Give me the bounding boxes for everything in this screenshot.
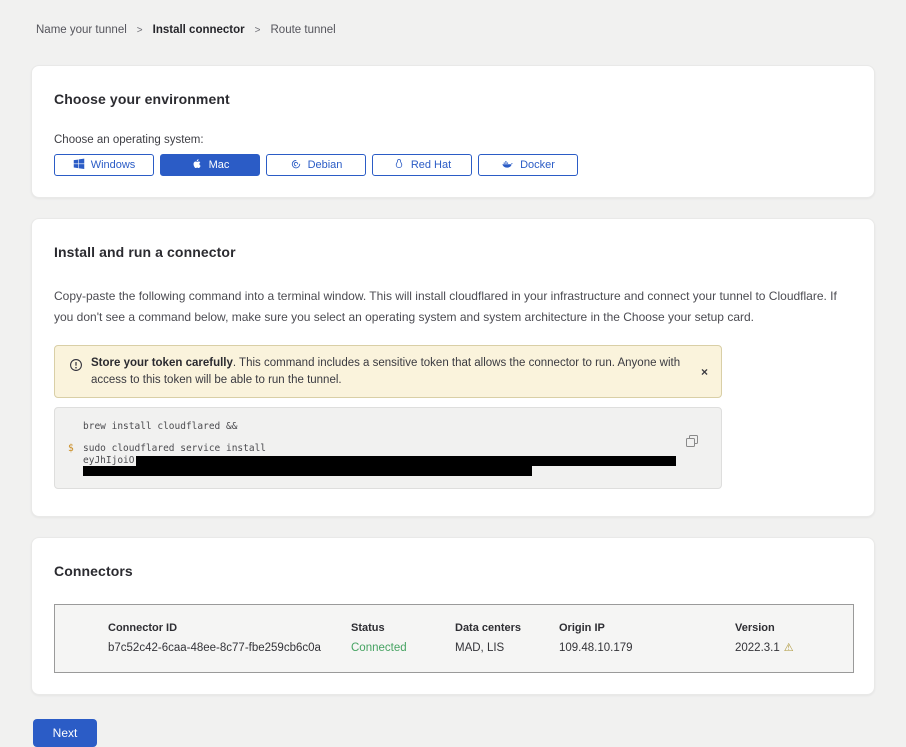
shell-prompt: $ — [68, 443, 83, 454]
code-line-1: brew install cloudflared && — [68, 421, 681, 432]
install-command-code-block: brew install cloudflared && $ sudo cloud… — [54, 407, 722, 489]
token-warning-text: Store your token carefully. This command… — [91, 355, 681, 388]
warning-triangle-icon: ⚠ — [784, 643, 794, 654]
docker-icon — [501, 158, 514, 173]
install-connector-title: Install and run a connector — [54, 244, 852, 260]
os-button-label: Debian — [308, 159, 343, 171]
header-version: Version — [735, 622, 853, 634]
connectors-title: Connectors — [54, 563, 852, 579]
header-connector-id: Connector ID — [108, 622, 351, 634]
token-prefix: eyJhIjoiO — [83, 455, 134, 466]
redacted-token-bar — [136, 456, 676, 466]
version-number: 2022.3.1 — [735, 642, 780, 654]
os-select-label: Choose an operating system: — [54, 134, 852, 146]
connectors-table: Connector ID Status Data centers Origin … — [54, 604, 854, 673]
tunnel-setup-page: Name your tunnel > Install connector > R… — [0, 0, 906, 740]
close-icon[interactable]: × — [701, 366, 708, 378]
choose-environment-title: Choose your environment — [54, 91, 852, 107]
next-button[interactable]: Next — [33, 719, 97, 747]
version-value: 2022.3.1 ⚠ — [735, 642, 853, 654]
copy-icon[interactable] — [685, 434, 699, 448]
os-button-label: Red Hat — [411, 159, 451, 171]
breadcrumb-step-install-connector[interactable]: Install connector — [153, 24, 245, 36]
code-line-token: eyJhIjoiO — [68, 455, 681, 466]
os-button-docker[interactable]: Docker — [478, 154, 578, 176]
token-warning-bold: Store your token carefully — [91, 357, 233, 369]
os-button-debian[interactable]: Debian — [266, 154, 366, 176]
alert-circle-icon — [69, 358, 83, 377]
os-button-group: Windows Mac Debian Red Hat — [54, 154, 852, 176]
code-text: sudo cloudflared service install — [83, 443, 266, 454]
os-button-label: Docker — [520, 159, 555, 171]
connector-id-value: b7c52c42-6caa-48ee-8c77-fbe259cb6c0a — [108, 642, 351, 654]
table-row: b7c52c42-6caa-48ee-8c77-fbe259cb6c0a Con… — [108, 642, 853, 654]
choose-environment-card: Choose your environment Choose an operat… — [31, 65, 875, 198]
code-text: brew install cloudflared && — [83, 421, 237, 432]
connectors-card: Connectors Connector ID Status Data cent… — [31, 537, 875, 695]
install-description: Copy-paste the following command into a … — [54, 286, 850, 328]
breadcrumb-step-route-tunnel[interactable]: Route tunnel — [271, 24, 336, 36]
os-button-redhat[interactable]: Red Hat — [372, 154, 472, 176]
breadcrumb-separator: > — [137, 25, 143, 36]
apple-icon — [191, 157, 203, 173]
redhat-icon — [393, 157, 405, 173]
connectors-table-header: Connector ID Status Data centers Origin … — [108, 622, 853, 634]
os-button-windows[interactable]: Windows — [54, 154, 154, 176]
redacted-token-bar — [83, 466, 532, 476]
token-warning-banner: Store your token carefully. This command… — [54, 345, 722, 398]
os-button-label: Windows — [91, 159, 136, 171]
os-button-mac[interactable]: Mac — [160, 154, 260, 176]
header-origin-ip: Origin IP — [559, 622, 735, 634]
header-status: Status — [351, 622, 455, 634]
os-button-label: Mac — [209, 159, 230, 171]
origin-ip-value: 109.48.10.179 — [559, 642, 735, 654]
code-line-2: $ sudo cloudflared service install — [68, 443, 681, 454]
breadcrumb-step-name-tunnel[interactable]: Name your tunnel — [36, 24, 127, 36]
debian-icon — [290, 158, 302, 173]
install-connector-card: Install and run a connector Copy-paste t… — [31, 218, 875, 517]
header-data-centers: Data centers — [455, 622, 559, 634]
status-badge: Connected — [351, 642, 455, 654]
data-centers-value: MAD, LIS — [455, 642, 559, 654]
breadcrumb-separator: > — [255, 25, 261, 36]
windows-icon — [73, 158, 85, 173]
breadcrumb: Name your tunnel > Install connector > R… — [0, 0, 906, 36]
code-gutter — [68, 421, 83, 432]
